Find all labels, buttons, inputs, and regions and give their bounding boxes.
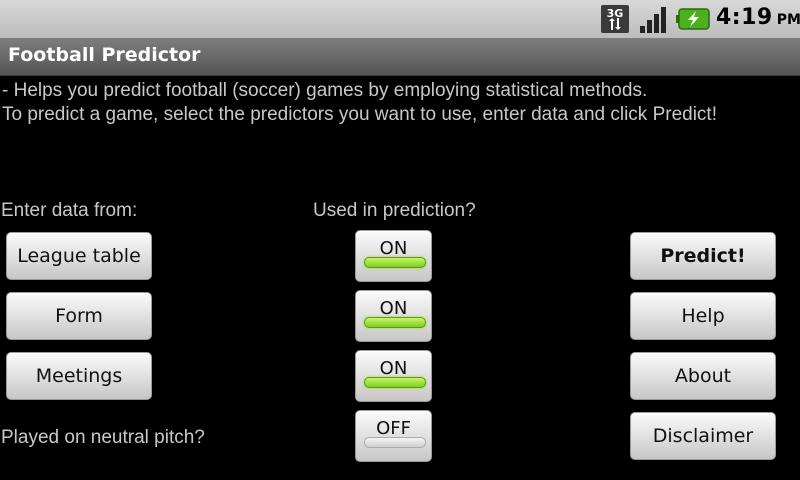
status-bar: 3G 4:19 PM xyxy=(0,0,800,38)
3g-data-icon: 3G xyxy=(601,5,629,33)
toggle-label: ON xyxy=(379,298,408,319)
toggle-indicator xyxy=(364,317,426,328)
about-button[interactable]: About xyxy=(630,352,776,400)
description-line-1: - Helps you predict football (soccer) ga… xyxy=(2,80,648,101)
app-title: Football Predictor xyxy=(8,44,201,66)
league-table-button[interactable]: League table xyxy=(6,232,152,280)
meetings-toggle[interactable]: ON xyxy=(355,350,432,402)
form-button[interactable]: Form xyxy=(6,292,152,340)
toggle-label: OFF xyxy=(376,418,411,439)
clock-time: 4:19 xyxy=(716,5,773,30)
meetings-button[interactable]: Meetings xyxy=(6,352,152,400)
neutral-pitch-label: Played on neutral pitch? xyxy=(1,427,205,448)
svg-text:3G: 3G xyxy=(607,7,624,20)
description-line-2: To predict a game, select the predictors… xyxy=(2,104,717,125)
toggle-label: ON xyxy=(379,358,408,379)
battery-charging-icon xyxy=(676,8,710,30)
used-in-prediction-label: Used in prediction? xyxy=(313,200,476,221)
app-screen: 3G 4:19 PM Football Predictor - Helps you… xyxy=(0,0,800,480)
neutral-pitch-toggle[interactable]: OFF xyxy=(355,410,432,462)
form-toggle[interactable]: ON xyxy=(355,290,432,342)
status-clock: 4:19 PM xyxy=(716,5,800,33)
disclaimer-button[interactable]: Disclaimer xyxy=(630,412,776,460)
league-table-toggle[interactable]: ON xyxy=(355,230,432,282)
toggle-indicator xyxy=(364,437,426,448)
predict-button[interactable]: Predict! xyxy=(630,232,776,280)
title-bar: Football Predictor xyxy=(0,38,800,76)
toggle-label: ON xyxy=(379,238,408,259)
help-button[interactable]: Help xyxy=(630,292,776,340)
enter-data-label: Enter data from: xyxy=(1,200,138,221)
signal-strength-icon xyxy=(640,7,666,33)
toggle-indicator xyxy=(364,377,426,388)
toggle-indicator xyxy=(364,257,426,268)
clock-ampm: PM xyxy=(776,12,800,28)
